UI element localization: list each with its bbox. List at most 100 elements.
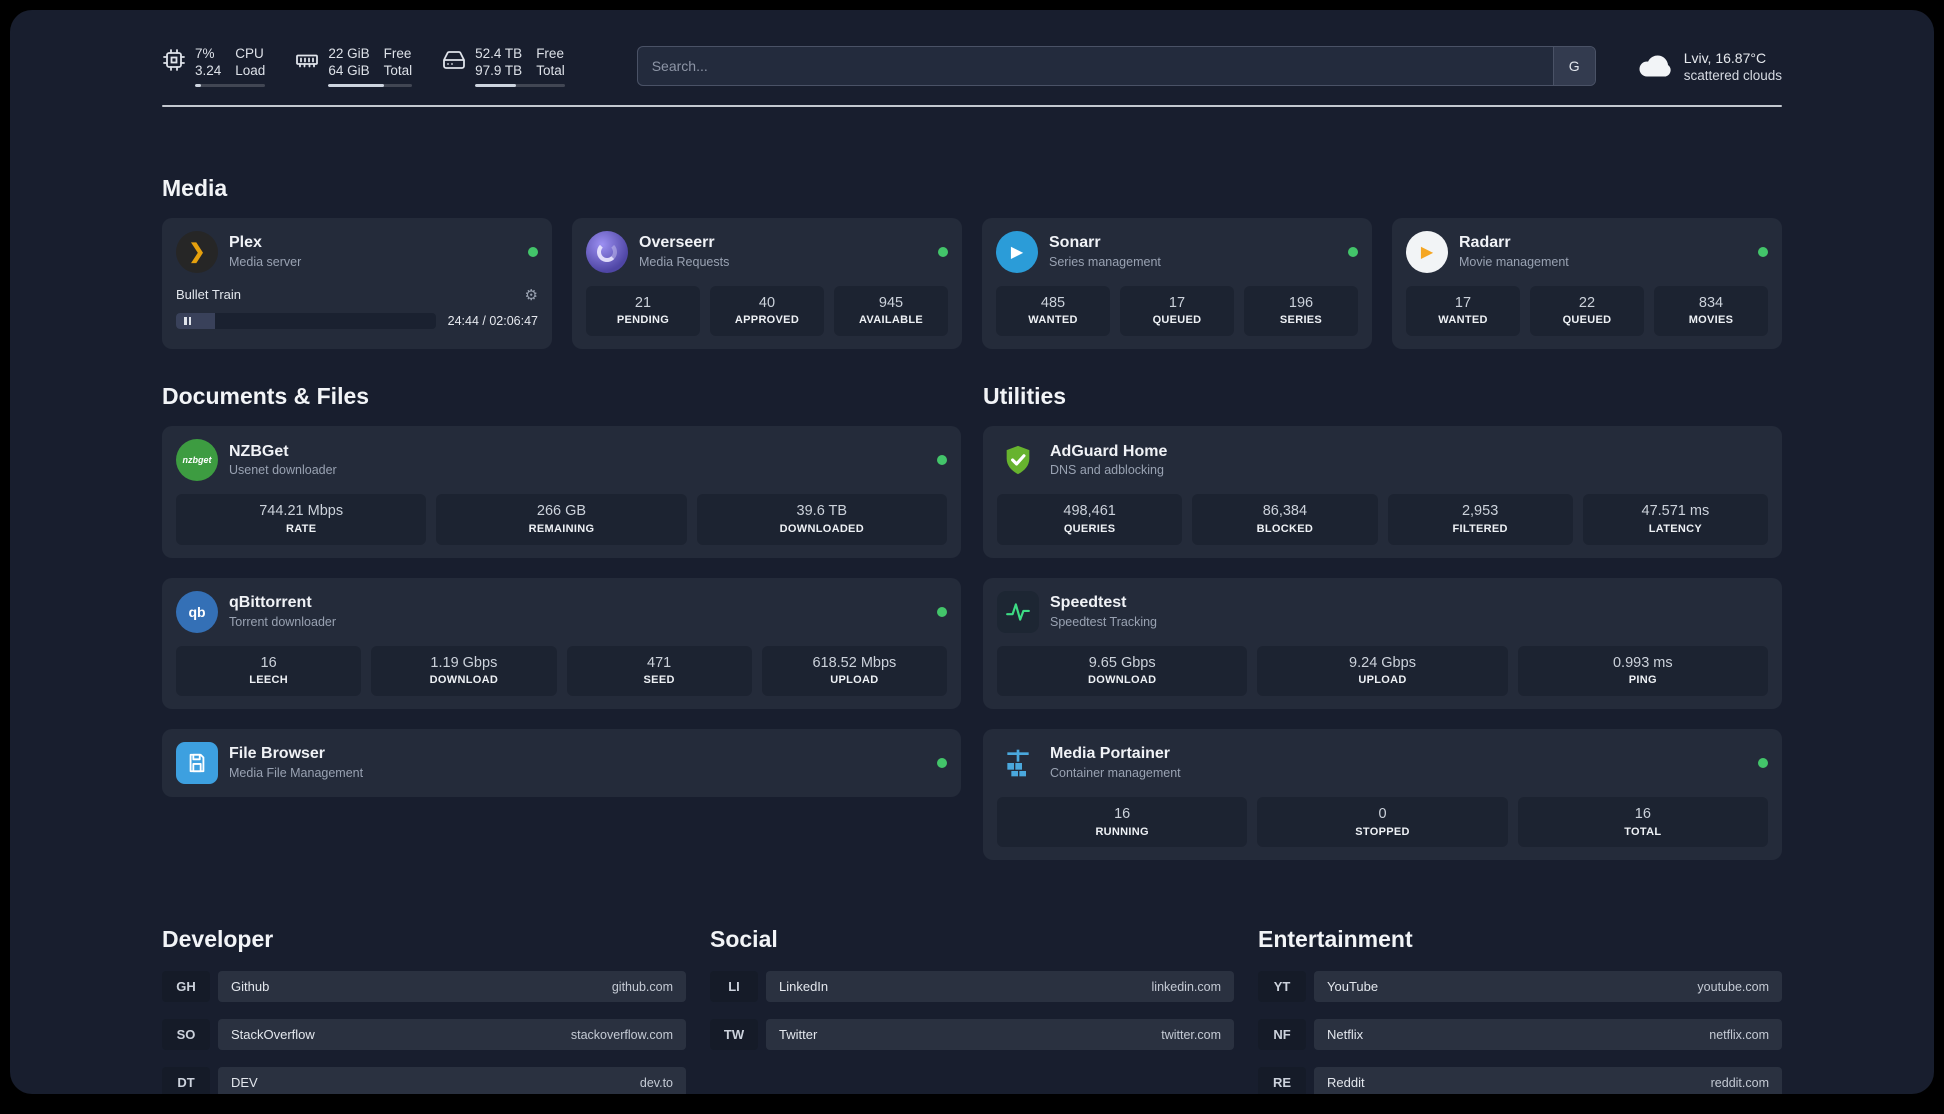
cpu-load-value: 3.24 — [195, 62, 222, 78]
seek-fill — [176, 312, 215, 329]
app-subtitle: Torrent downloader — [229, 614, 337, 629]
bookmark-row: NF Netflix netflix.com — [1258, 1019, 1782, 1051]
disk-total-value: 97.9 TB — [475, 62, 523, 78]
bookmark-group-social: Social LI LinkedIn linkedin.com TW Twitt… — [710, 926, 1234, 1051]
section-title-media: Media — [162, 174, 228, 201]
stat-tile: 39.6 TB DOWNLOADED — [696, 494, 947, 545]
bookmark-link-netflix[interactable]: Netflix netflix.com — [1314, 1019, 1782, 1051]
cpu-label: CPU — [235, 46, 264, 61]
app-card-adguard[interactable]: AdGuard Home DNS and adblocking 498,461 Q… — [983, 426, 1782, 558]
app-subtitle: Media server — [229, 255, 302, 270]
utilities-column: Utilities AdGuard Home DNS and adblockin… — [983, 383, 1782, 861]
app-subtitle: Movie management — [1459, 255, 1569, 270]
bookmark-abbr: LI — [710, 971, 758, 1003]
app-card-nzbget[interactable]: nzbget NZBGet Usenet downloader 744.21 M… — [162, 426, 961, 558]
stat-tile: 1.19 Gbps DOWNLOAD — [371, 645, 557, 696]
app-name: Media Portainer — [1050, 745, 1171, 763]
adguard-shield-icon — [997, 439, 1039, 481]
app-card-portainer[interactable]: Media Portainer Container management 16 R… — [983, 728, 1782, 861]
stat-tile: 21 PENDING — [586, 285, 700, 337]
bookmark-row: YT YouTube youtube.com — [1258, 971, 1782, 1003]
app-card-radarr[interactable]: ▶ Radarr Movie management 17 WANTED 22 QUE… — [1392, 217, 1782, 350]
search-input[interactable] — [636, 46, 1596, 87]
bookmark-row: DT DEV dev.to — [162, 1067, 686, 1094]
bookmark-link-youtube[interactable]: YouTube youtube.com — [1314, 971, 1782, 1003]
cpu-chip-icon — [162, 48, 186, 72]
app-name: File Browser — [229, 745, 326, 763]
section-title-social: Social — [710, 926, 778, 953]
section-title-utilities: Utilities — [983, 383, 1067, 410]
stat-tile: 16 TOTAL — [1517, 796, 1768, 848]
bookmark-link-twitter[interactable]: Twitter twitter.com — [766, 1019, 1234, 1051]
sonarr-icon: ▶ — [996, 230, 1038, 273]
memory-total-value: 64 GiB — [328, 62, 370, 78]
stat-tile: 0.993 ms PING — [1517, 645, 1768, 696]
status-dot — [937, 757, 947, 768]
hard-drive-icon — [442, 48, 466, 72]
disk-free-label: Free — [536, 46, 564, 61]
disk-total-label: Total — [536, 62, 565, 78]
bookmark-abbr: TW — [710, 1019, 758, 1051]
disk-widget: 52.4 TB 97.9 TB Free Total — [442, 46, 565, 87]
status-dot — [1758, 246, 1768, 257]
stat-tile: 2,953 FILTERED — [1387, 494, 1573, 545]
bookmark-group-developer: Developer GH Github github.com SO StackO… — [162, 926, 686, 1094]
app-card-filebrowser[interactable]: File Browser Media File Management — [162, 728, 961, 797]
bookmark-abbr: GH — [162, 971, 210, 1003]
app-subtitle: Speedtest Tracking — [1050, 614, 1158, 629]
pause-icon[interactable] — [184, 316, 191, 325]
documents-column: Documents & Files nzbget NZBGet Usenet d… — [162, 383, 961, 797]
stat-tile: 471 SEED — [566, 645, 752, 696]
bookmark-link-stackoverflow[interactable]: StackOverflow stackoverflow.com — [218, 1019, 686, 1051]
status-dot — [937, 455, 947, 466]
qbittorrent-icon: qb — [176, 590, 218, 633]
bookmark-link-dev[interactable]: DEV dev.to — [218, 1067, 686, 1094]
now-playing-title: Bullet Train — [176, 287, 242, 303]
bookmark-link-linkedin[interactable]: LinkedIn linkedin.com — [766, 971, 1234, 1003]
app-card-overseerr[interactable]: Overseerr Media Requests 21 PENDING 40 APP… — [572, 217, 962, 350]
stat-tile: 196 SERIES — [1244, 285, 1358, 337]
app-subtitle: Media Requests — [639, 255, 730, 270]
app-card-plex[interactable]: ❯ Plex Media server Bullet Train ⚙ 24:44… — [162, 217, 552, 350]
seek-bar[interactable] — [176, 312, 436, 329]
stat-tile: 0 STOPPED — [1257, 796, 1508, 848]
app-subtitle: Container management — [1050, 766, 1181, 781]
weather-condition: scattered clouds — [1683, 67, 1782, 83]
playback-time: 24:44 / 02:06:47 — [447, 313, 538, 328]
app-name: Radarr — [1459, 234, 1511, 252]
status-dot — [938, 246, 948, 257]
stat-tile: 40 APPROVED — [710, 285, 824, 337]
bookmark-link-github[interactable]: Github github.com — [218, 971, 686, 1003]
stat-tile: 9.65 Gbps DOWNLOAD — [997, 645, 1248, 696]
app-name: qBittorrent — [229, 594, 312, 612]
weather-location: Lviv, 16.87°C — [1683, 49, 1767, 66]
gear-icon[interactable]: ⚙ — [525, 286, 538, 304]
app-name: AdGuard Home — [1050, 442, 1168, 460]
app-card-sonarr[interactable]: ▶ Sonarr Series management 485 WANTED 17 Q… — [982, 217, 1372, 350]
bookmark-link-reddit[interactable]: Reddit reddit.com — [1314, 1067, 1782, 1094]
bookmark-abbr: YT — [1258, 971, 1306, 1003]
cpu-widget: 7% 3.24 CPU Load — [162, 46, 266, 87]
stat-tile: 485 WANTED — [996, 285, 1110, 337]
section-title-documents: Documents & Files — [162, 383, 370, 410]
app-name: NZBGet — [229, 442, 289, 460]
section-title-entertainment: Entertainment — [1258, 926, 1413, 953]
top-bar: 7% 3.24 CPU Load 22 GiB 64 GiB Free Tota… — [162, 46, 1782, 87]
status-dot — [1758, 757, 1768, 768]
status-dot — [1348, 246, 1358, 257]
weather-widget: Lviv, 16.87°C scattered clouds — [1638, 49, 1782, 85]
app-subtitle: Series management — [1049, 255, 1161, 270]
ram-icon — [295, 48, 319, 72]
search-bar: G — [636, 46, 1596, 87]
app-subtitle: Usenet downloader — [229, 463, 337, 478]
stat-tile: 16 LEECH — [176, 645, 362, 696]
stat-tile: 86,384 BLOCKED — [1192, 494, 1378, 545]
memory-free-label: Free — [383, 46, 412, 61]
search-engine-button[interactable]: G — [1552, 47, 1595, 86]
app-card-speedtest[interactable]: Speedtest Speedtest Tracking 9.65 Gbps DO… — [983, 577, 1782, 709]
cpu-progress-bar — [195, 83, 266, 87]
app-card-qbittorrent[interactable]: qb qBittorrent Torrent downloader 16 LEEC… — [162, 577, 961, 709]
bookmark-group-entertainment: Entertainment YT YouTube youtube.com NF … — [1258, 926, 1782, 1094]
cpu-percent: 7% — [195, 46, 215, 61]
disk-free-value: 52.4 TB — [475, 46, 523, 61]
